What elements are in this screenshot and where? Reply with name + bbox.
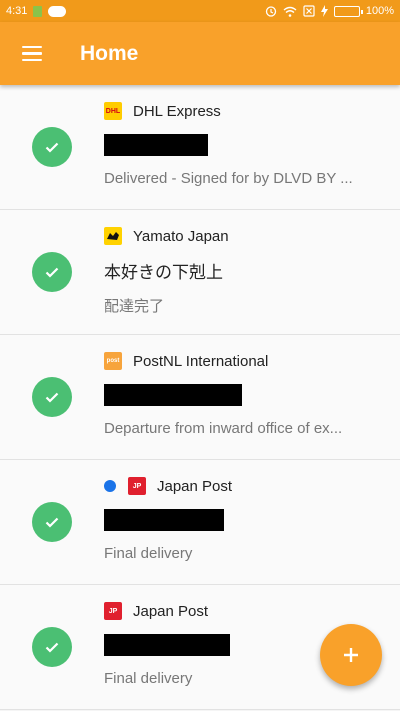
shipment-status: Final delivery <box>104 545 193 562</box>
delivered-check-icon <box>32 127 72 167</box>
delivered-check-icon <box>32 377 72 417</box>
page-title: Home <box>80 41 139 65</box>
dhl-logo-icon: DHL <box>104 102 122 120</box>
app-toolbar: Home <box>0 22 400 85</box>
shipment-status: Delivered - Signed for by DLVD BY ... <box>104 170 353 187</box>
shipment-name: 本好きの下剋上 <box>104 262 223 282</box>
shipment-item[interactable]: post PostNL International Departure from… <box>0 335 400 460</box>
app-notification-icon <box>48 5 67 17</box>
redacted-name <box>104 134 208 156</box>
wifi-icon <box>283 6 297 17</box>
plus-icon <box>344 648 358 662</box>
redacted-name <box>104 509 224 531</box>
no-sim-icon <box>303 5 315 17</box>
battery-saver-icon <box>33 5 43 17</box>
status-time: 4:31 <box>6 5 28 17</box>
shipment-status: Departure from inward office of ex... <box>104 420 343 437</box>
menu-icon[interactable] <box>0 22 64 85</box>
courier-name: PostNL International <box>133 352 269 370</box>
japan-post-logo-icon: JP <box>128 477 146 495</box>
courier-name: DHL Express <box>133 102 221 120</box>
alarm-icon <box>265 6 277 17</box>
shipment-item[interactable]: DHL DHL Express Delivered - Signed for b… <box>0 85 400 210</box>
yamato-logo-icon <box>104 227 122 245</box>
delivered-check-icon <box>32 627 72 667</box>
delivered-check-icon <box>32 502 72 542</box>
redacted-name <box>104 384 242 406</box>
shipment-status: 配達完了 <box>104 298 165 315</box>
japan-post-logo-icon: JP <box>104 602 122 620</box>
unread-dot-icon <box>104 480 116 492</box>
delivered-check-icon <box>32 252 72 292</box>
battery-percent: 100% <box>365 5 394 17</box>
add-shipment-button[interactable] <box>320 624 382 686</box>
redacted-name <box>104 634 230 656</box>
courier-name: Yamato Japan <box>133 227 229 245</box>
charging-icon <box>320 5 328 17</box>
shipment-list: DHL DHL Express Delivered - Signed for b… <box>0 85 400 710</box>
courier-name: Japan Post <box>133 602 209 620</box>
courier-name: Japan Post <box>157 477 233 495</box>
status-bar: 4:31 100% <box>0 0 400 22</box>
shipment-item[interactable]: Yamato Japan 本好きの下剋上 配達完了 <box>0 210 400 335</box>
postnl-logo-icon: post <box>104 352 122 370</box>
battery-icon <box>333 5 363 17</box>
shipment-item[interactable]: JP Japan Post Final delivery <box>0 460 400 585</box>
